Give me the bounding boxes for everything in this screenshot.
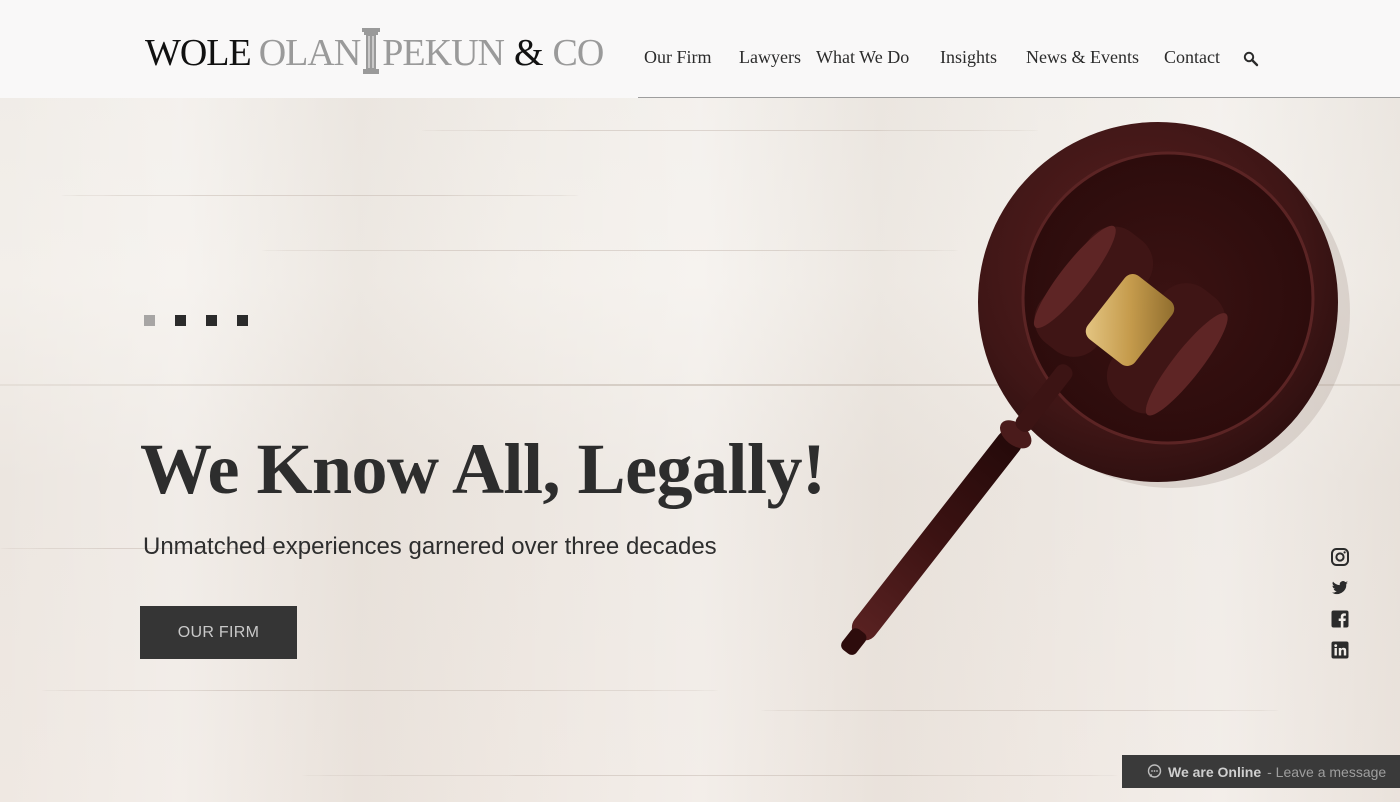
slider-dot[interactable] <box>237 315 248 326</box>
twitter-icon[interactable] <box>1331 579 1349 597</box>
slider-dot[interactable] <box>206 315 217 326</box>
instagram-icon[interactable] <box>1331 548 1349 566</box>
wood-grain <box>60 195 580 196</box>
nav-insights[interactable]: Insights <box>940 47 997 68</box>
logo-text-pekun: PEKUN <box>382 32 505 74</box>
site-logo[interactable]: WOLE OLAN PEKUN & CO <box>145 22 605 74</box>
search-icon[interactable] <box>1243 51 1259 67</box>
live-chat-widget[interactable]: We are Online - Leave a message <box>1122 755 1400 788</box>
chat-action: - Leave a message <box>1267 763 1387 780</box>
logo-text-co: CO <box>552 32 605 74</box>
site-header: WOLE OLAN PEKUN & CO Our Firm Lawyers Wh… <box>0 0 1400 98</box>
slider-dot[interactable] <box>144 315 155 326</box>
nav-contact[interactable]: Contact <box>1164 47 1220 68</box>
social-links <box>1331 548 1349 659</box>
logo-text-ampersand: & <box>513 32 544 74</box>
pillar-icon <box>362 28 381 74</box>
linkedin-icon[interactable] <box>1331 641 1349 659</box>
wood-grain <box>300 775 1120 776</box>
nav-lawyers[interactable]: Lawyers <box>739 47 801 68</box>
chat-status: We are Online <box>1168 763 1262 780</box>
wood-grain <box>40 690 720 691</box>
logo-text-wole: WOLE <box>145 32 252 74</box>
slider-dots <box>144 315 248 326</box>
nav-news-events[interactable]: News & Events <box>1026 47 1139 68</box>
header-divider <box>638 97 1400 98</box>
logo-text-olan: OLAN <box>258 32 362 74</box>
nav-what-we-do[interactable]: What We Do <box>816 47 909 68</box>
chat-bubble-icon <box>1147 764 1162 778</box>
nav-our-firm[interactable]: Our Firm <box>644 47 712 68</box>
facebook-icon[interactable] <box>1331 610 1349 628</box>
our-firm-button[interactable]: OUR FIRM <box>140 606 297 659</box>
hero-headline: We Know All, Legally! <box>140 429 826 509</box>
slider-dot[interactable] <box>175 315 186 326</box>
hero-subheadline: Unmatched experiences garnered over thre… <box>143 533 717 560</box>
